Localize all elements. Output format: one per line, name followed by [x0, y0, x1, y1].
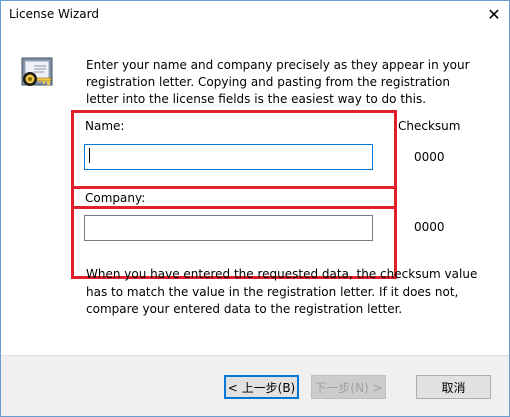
company-checksum-value: 0000 — [414, 220, 445, 234]
certificate-lock-icon — [21, 57, 53, 86]
license-wizard-window: License Wizard ✕ Enter your name and com… — [0, 0, 510, 417]
intro-text: Enter your name and company precisely as… — [86, 58, 470, 106]
cancel-button[interactable]: 取消 — [416, 375, 491, 399]
checksum-header: Checksum — [398, 119, 461, 133]
wizard-content: Enter your name and company precisely as… — [1, 30, 509, 355]
close-icon[interactable]: ✕ — [479, 1, 509, 30]
window-title: License Wizard — [9, 7, 99, 21]
back-button[interactable]: < 上一步(B) — [224, 375, 299, 399]
button-separator — [1, 355, 509, 356]
name-checksum-value: 0000 — [414, 150, 445, 164]
next-button[interactable]: 下一步(N) > — [311, 375, 386, 399]
title-bar: License Wizard ✕ — [1, 1, 509, 30]
checksum-note: When you have entered the requested data… — [86, 267, 478, 316]
